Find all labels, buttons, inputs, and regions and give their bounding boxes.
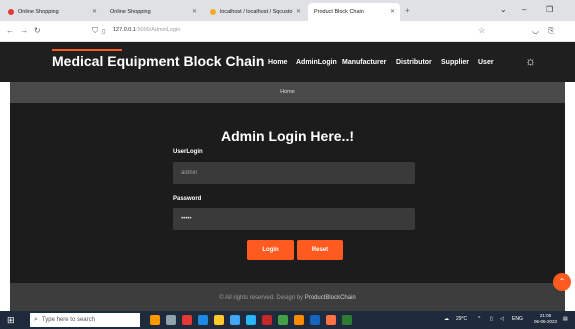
tab-title: Online Shopping	[18, 9, 59, 15]
close-tab-icon[interactable]: ✕	[296, 8, 301, 15]
back-arrow-icon[interactable]: ←	[6, 26, 14, 35]
nav-admin-login[interactable]: AdminLogin	[296, 59, 337, 66]
task-view-icon[interactable]	[166, 315, 176, 325]
search-icon: ⌕	[34, 316, 38, 323]
new-tab-button[interactable]: +	[405, 6, 410, 15]
file-explorer-icon[interactable]	[214, 315, 224, 325]
chevron-up-icon: ⌃	[558, 277, 566, 286]
footer-brand-link[interactable]: ProductBlockChain	[305, 295, 356, 301]
notifications-icon[interactable]: ▤	[563, 316, 568, 322]
browser-tab[interactable]: localhost / localhost / Sqcusto ✕	[204, 3, 306, 21]
browser-tab[interactable]: Online Shopping ✕	[104, 3, 202, 21]
volume-icon[interactable]: ◁	[500, 316, 504, 322]
reset-button[interactable]: Reset	[297, 240, 343, 260]
footer-copyright: © All rights reserved. Design by Product…	[10, 295, 565, 301]
brand-accent-bar	[52, 49, 122, 51]
weather-temp[interactable]: 29°C	[456, 316, 467, 322]
site-footer: © All rights reserved. Design by Product…	[10, 283, 565, 311]
reload-icon[interactable]: ↻	[34, 26, 41, 35]
url-field[interactable]: 127.0.0.1:5000/AdminLogin	[113, 27, 180, 33]
password-label: Password	[173, 196, 202, 202]
browser-tab-bar: Online Shopping ✕ Online Shopping ✕ loca…	[0, 0, 575, 21]
tab-list-chevron-icon[interactable]: ⌄	[500, 5, 507, 14]
footer-text: © All rights reserved. Design by	[219, 295, 305, 301]
taskbar-search[interactable]: ⌕ Type here to search	[30, 313, 140, 327]
language-indicator[interactable]: ENG	[512, 316, 523, 322]
taskbar-search-placeholder: Type here to search	[41, 317, 95, 323]
site-brand[interactable]: Medical Equipment Block Chain	[52, 53, 264, 69]
userlogin-input[interactable]	[173, 162, 415, 184]
mail-icon[interactable]	[246, 315, 256, 325]
taskbar-app-icon[interactable]	[342, 315, 352, 325]
taskbar-app-icon[interactable]	[278, 315, 288, 325]
chrome-icon[interactable]	[294, 315, 304, 325]
nav-supplier[interactable]: Supplier	[441, 59, 469, 66]
maximize-icon[interactable]: ❐	[546, 5, 553, 14]
login-section: Admin Login Here..! UserLogin Password •…	[10, 103, 565, 283]
clock-date: 06-06-2023	[534, 319, 558, 324]
network-icon[interactable]: ▯	[490, 316, 493, 322]
weather-icon[interactable]: ☁	[444, 316, 449, 322]
tray-chevron-up-icon[interactable]: ^	[478, 316, 480, 322]
tab-title: Online Shopping	[110, 9, 151, 15]
breadcrumb-bar: Home	[10, 82, 565, 103]
url-path: :5000/AdminLogin	[135, 27, 181, 33]
nav-manufacturer[interactable]: Manufacturer	[342, 59, 386, 66]
nav-home[interactable]: Home	[268, 59, 287, 66]
browser-tab[interactable]: Online Shopping ✕	[2, 3, 102, 21]
tab-title: localhost / localhost / Sqcusto	[220, 9, 293, 15]
address-bar: ← → ↻ ⛉ ▯ 127.0.0.1:5000/AdminLogin ☆ ◡ …	[0, 21, 575, 42]
close-tab-icon[interactable]: ✕	[92, 8, 97, 15]
scroll-to-top-button[interactable]: ⌃	[553, 273, 571, 291]
theme-toggle-icon[interactable]: ☼	[525, 54, 536, 68]
edge-browser-icon[interactable]	[198, 315, 208, 325]
url-host: 127.0.0.1	[113, 27, 136, 33]
bookmark-star-icon[interactable]: ☆	[478, 26, 485, 35]
shield-icon: ⛉	[92, 26, 98, 35]
windows-start-icon[interactable]: ⊞	[7, 315, 15, 326]
taskbar-app-icon[interactable]	[310, 315, 320, 325]
close-tab-icon[interactable]: ✕	[390, 8, 395, 15]
userlogin-label: UserLogin	[173, 149, 203, 155]
taskbar-app-icon[interactable]	[182, 315, 192, 325]
nav-user[interactable]: User	[478, 59, 494, 66]
tab-title: Product Block Chain	[314, 9, 364, 15]
browser-tab-active[interactable]: Product Block Chain ✕	[308, 3, 400, 21]
nav-distributor[interactable]: Distributor	[396, 59, 432, 66]
close-tab-icon[interactable]: ✕	[192, 8, 197, 15]
extensions-icon[interactable]: ⎘	[548, 26, 554, 36]
firefox-icon[interactable]	[326, 315, 336, 325]
minimize-icon[interactable]: –	[522, 5, 526, 14]
taskbar-clock[interactable]: 21:08 06-06-2023	[534, 313, 557, 325]
login-button[interactable]: Login	[247, 240, 294, 260]
taskbar-app-icon[interactable]	[150, 315, 160, 325]
tab-favicon-icon	[8, 9, 14, 15]
breadcrumb[interactable]: Home	[10, 89, 565, 95]
store-icon[interactable]	[230, 315, 240, 325]
site-header: Medical Equipment Block Chain Home Admin…	[0, 42, 575, 82]
taskbar-app-icon[interactable]	[262, 315, 272, 325]
forward-arrow-icon[interactable]: →	[20, 26, 28, 35]
pocket-icon[interactable]: ◡	[532, 26, 539, 35]
page-icon: ▯	[102, 29, 106, 35]
warning-icon	[210, 9, 216, 15]
os-taskbar: ⊞ ⌕ Type here to search ☁ 29°C ^ ▯ ◁ ENG…	[0, 311, 575, 329]
password-input[interactable]: •••••	[173, 208, 415, 230]
page-title: Admin Login Here..!	[221, 128, 354, 144]
